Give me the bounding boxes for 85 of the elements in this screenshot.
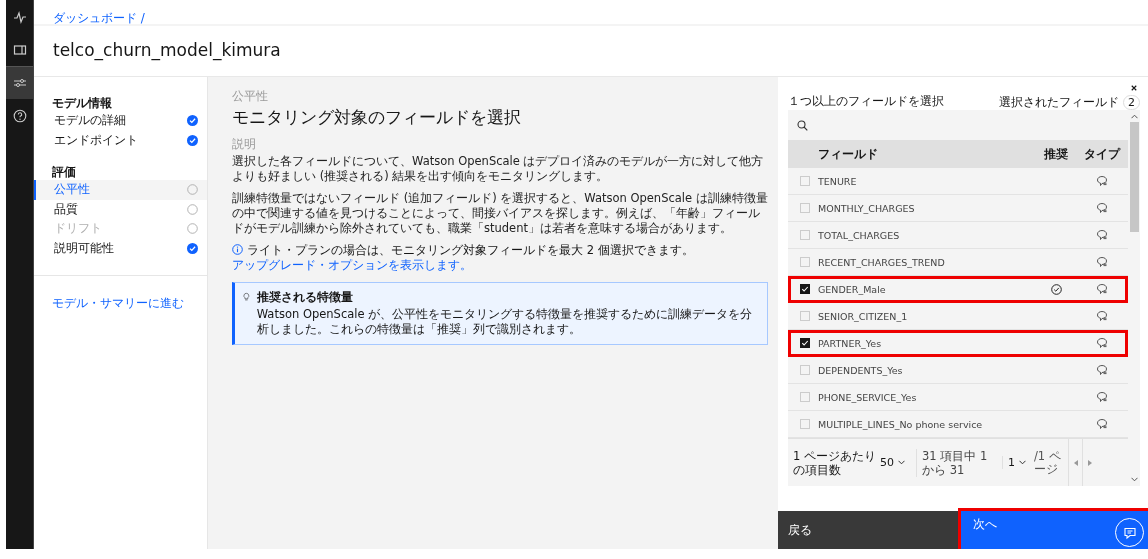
- nav-heading: モデル情報: [51, 95, 113, 111]
- chat-icon: [1122, 525, 1137, 540]
- description-text: 選択した各フィールドについて、Watson OpenScale はデプロイ済みのモデルが一方に対して他方よりも好ましい (推奨される) 結果を出す傾向をモニタリングします。: [232, 154, 765, 184]
- bubble-icon: [1096, 364, 1108, 376]
- bubble-icon: [1096, 337, 1108, 349]
- nav-item[interactable]: 公平性: [34, 180, 207, 200]
- page-select[interactable]: 1: [1002, 456, 1034, 469]
- table-row[interactable]: DEPENDENTS_Yes: [788, 357, 1128, 384]
- table-row[interactable]: TOTAL_CHARGES: [788, 222, 1128, 249]
- field-name: TENURE: [818, 175, 858, 187]
- field-name: TOTAL_CHARGES: [818, 229, 901, 241]
- scroll-up-icon[interactable]: [1130, 114, 1138, 119]
- help-icon: [12, 108, 27, 123]
- breadcrumb-link[interactable]: ダッシュボード /: [53, 11, 145, 25]
- info-icon: [232, 244, 243, 255]
- table-row[interactable]: MONTHLY_CHARGES: [788, 195, 1128, 222]
- nav-item[interactable]: 品質: [34, 199, 207, 219]
- field-name: MONTHLY_CHARGES: [818, 202, 916, 214]
- callout-text: Watson OpenScale が、公平性をモニタリングする特徴量を推奨するために訓練データを分析しました。これらの特徴量は「推奨」列で識別されます。: [256, 307, 754, 337]
- scrollbar-thumb[interactable]: [1129, 122, 1139, 232]
- field-name: GENDER_Male: [818, 283, 887, 295]
- table-row[interactable]: SENIOR_CITIZEN_1: [788, 303, 1128, 330]
- items-per-page-select[interactable]: 50: [876, 456, 916, 469]
- info-text: ライト・プランの場合は、モニタリング対象フィールドを最大 2 個選択できます。: [247, 243, 694, 257]
- field-name: SENIOR_CITIZEN_1: [818, 310, 909, 322]
- search-icon: [797, 119, 808, 131]
- bubble-icon: [1096, 310, 1108, 322]
- caret-right-icon: [1087, 459, 1092, 466]
- page-count: /1 ページ: [1034, 449, 1062, 476]
- field-name: RECENT_CHARGES_TREND: [818, 256, 946, 268]
- checkbox[interactable]: [800, 338, 810, 348]
- page-title: telco_churn_model_kimura: [52, 39, 282, 60]
- nav-heading: 評価: [51, 164, 77, 180]
- checkbox[interactable]: [800, 284, 810, 294]
- item-range: 31 項目中 1 から 31: [916, 448, 1002, 477]
- items-per-page-label: 1 ページあたりの項目数: [792, 448, 876, 477]
- bubble-icon: [1096, 256, 1108, 268]
- nav-label: モデルの詳細: [54, 112, 126, 130]
- section-label: 公平性: [232, 89, 269, 104]
- next-button[interactable]: 次へ: [961, 511, 1148, 549]
- upgrade-link[interactable]: アップグレード・オプションを表示します。: [232, 258, 472, 272]
- back-button[interactable]: 戻る: [778, 511, 961, 549]
- nav-label: エンドポイント: [54, 131, 138, 149]
- column-header: 推奨: [1043, 146, 1069, 162]
- selected-fields-label: 選択されたフィールド: [999, 95, 1119, 110]
- bubble-icon: [1096, 391, 1108, 403]
- table-row[interactable]: RECENT_CHARGES_TREND: [788, 249, 1128, 276]
- bubble-icon: [1096, 418, 1108, 430]
- field-name: MULTIPLE_LINES_No phone service: [818, 418, 984, 430]
- chevron-icon: [1019, 460, 1026, 465]
- sliders-icon: [12, 76, 27, 90]
- chevron-icon: [898, 460, 905, 465]
- nav-label: 公平性: [54, 181, 90, 199]
- card-icon: [12, 42, 27, 57]
- caret-left-icon: [1073, 459, 1078, 466]
- lightbulb-icon: [243, 290, 250, 304]
- field-name: DEPENDENTS_Yes: [818, 364, 904, 376]
- table-row[interactable]: GENDER_Male: [788, 276, 1128, 303]
- table-row[interactable]: PARTNER_Yes: [788, 330, 1128, 357]
- column-header: フィールド: [818, 146, 879, 162]
- table-row[interactable]: TENURE: [788, 168, 1128, 195]
- summary-link[interactable]: モデル・サマリーに進む: [34, 276, 207, 312]
- close-icon[interactable]: [1130, 85, 1138, 91]
- field-name: PHONE_SERVICE_Yes: [818, 391, 918, 403]
- bubble-icon: [1096, 283, 1108, 295]
- callout-title: 推奨される特徴量: [256, 290, 354, 305]
- section-heading: モニタリング対象のフィールドを選択: [232, 106, 522, 129]
- nav-item[interactable]: 説明可能性: [34, 238, 207, 258]
- nav-label: 説明可能性: [54, 239, 114, 257]
- description-label: 説明: [232, 137, 257, 152]
- nav-item[interactable]: エンドポイント: [34, 130, 207, 150]
- nav-item[interactable]: モデルの詳細: [34, 111, 207, 131]
- scroll-down-icon[interactable]: [1130, 477, 1138, 482]
- activity-icon: [12, 9, 27, 24]
- table-row[interactable]: PHONE_SERVICE_Yes: [788, 384, 1128, 411]
- bubble-icon: [1096, 175, 1108, 187]
- column-header: タイプ: [1083, 146, 1122, 162]
- field-name: PARTNER_Yes: [818, 337, 883, 349]
- bubble-icon: [1096, 202, 1108, 214]
- nav-label: 品質: [54, 200, 78, 218]
- description-text: 訓練特徴量ではないフィールド (追加フィールド) を選択すると、Watson OpenScale は訓練特徴量の中で関連する値を見つけることによって、間接バイアスを探します。例えば、「年齢」フィールドがモデル訓練から除外されていても、職業「student」は若者を意味する場合があります。: [232, 191, 769, 236]
- bubble-icon: [1096, 229, 1108, 241]
- scrollbar[interactable]: [1128, 110, 1140, 486]
- panel-prompt: １つ以上のフィールドを選択: [788, 94, 944, 110]
- nav-label: ドリフト: [54, 220, 102, 238]
